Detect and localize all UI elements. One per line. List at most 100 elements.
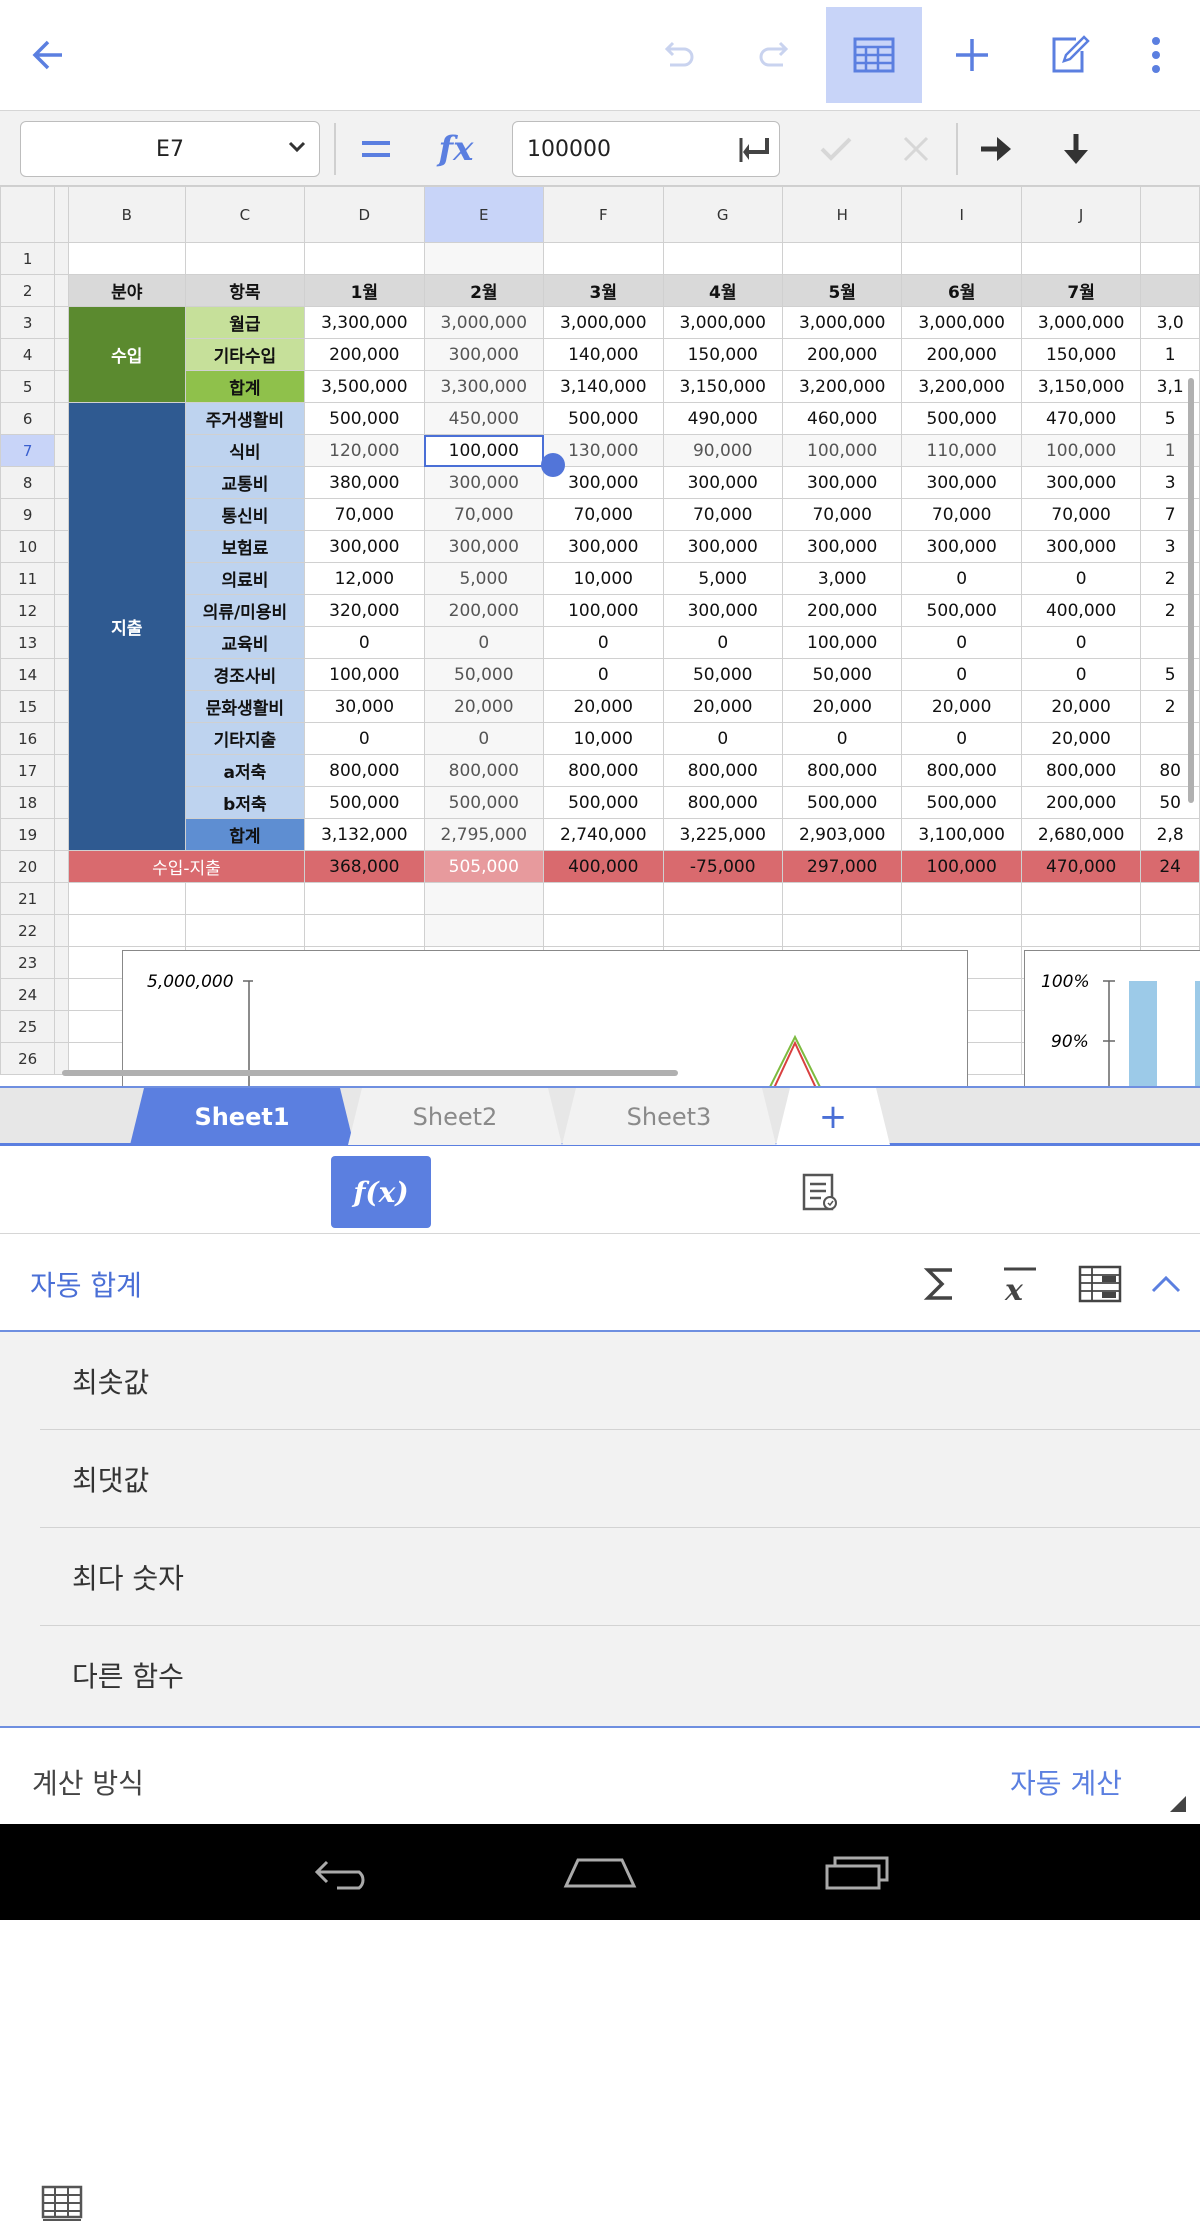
cell[interactable]: 2,8: [1140, 818, 1200, 851]
row-header[interactable]: 13: [0, 626, 56, 659]
value-cell[interactable]: 20,000: [1020, 722, 1142, 755]
row-header[interactable]: 8: [0, 466, 56, 499]
cell[interactable]: [67, 914, 186, 947]
chevron-down-icon[interactable]: [287, 140, 307, 154]
recent-apps-icon[interactable]: [812, 1842, 902, 1902]
row-header[interactable]: 22: [0, 914, 56, 947]
value-cell[interactable]: 0: [304, 626, 425, 659]
cell[interactable]: [662, 914, 783, 947]
value-cell[interactable]: 3,000,000: [901, 306, 1022, 339]
column-header[interactable]: J: [1020, 186, 1142, 243]
value-cell[interactable]: 20,000: [901, 690, 1022, 723]
value-cell[interactable]: 50,000: [781, 658, 903, 691]
value-cell[interactable]: 3,140,000: [543, 370, 664, 403]
value-cell[interactable]: 300,000: [662, 594, 783, 627]
function-item-other[interactable]: 다른 함수: [40, 1626, 1200, 1724]
value-cell[interactable]: 0: [1020, 626, 1142, 659]
value-cell[interactable]: 100,000: [781, 626, 903, 659]
value-cell[interactable]: 500,000: [781, 786, 903, 819]
bar-chart[interactable]: 100% 90%: [1024, 950, 1200, 1086]
value-cell[interactable]: 300,000: [1020, 466, 1142, 499]
value-cell[interactable]: 500,000: [901, 594, 1022, 627]
cell[interactable]: [423, 242, 545, 275]
item-label-cell[interactable]: 합계: [184, 370, 306, 403]
add-icon[interactable]: [924, 7, 1020, 103]
function-item-max[interactable]: 최댓값: [40, 1430, 1200, 1528]
net-value-cell[interactable]: 297,000: [781, 850, 903, 883]
row-header[interactable]: 2: [0, 274, 56, 307]
value-cell[interactable]: 200,000: [304, 338, 425, 371]
cell[interactable]: [901, 882, 1022, 915]
value-cell[interactable]: 800,000: [1020, 754, 1142, 787]
value-cell[interactable]: 300,000: [781, 466, 903, 499]
value-cell[interactable]: 0: [543, 658, 664, 691]
value-cell[interactable]: 300,000: [901, 466, 1022, 499]
cell[interactable]: [901, 914, 1022, 947]
selected-cell[interactable]: 100,000: [423, 434, 545, 467]
value-cell[interactable]: 800,000: [781, 754, 903, 787]
value-cell[interactable]: 110,000: [901, 434, 1022, 467]
value-cell[interactable]: 300,000: [901, 530, 1022, 563]
row-header[interactable]: 12: [0, 594, 56, 627]
chevron-up-icon[interactable]: [1140, 1258, 1192, 1310]
selection-handle[interactable]: [541, 453, 565, 477]
item-label-cell[interactable]: 합계: [184, 818, 306, 851]
header-cell-month[interactable]: 4월: [662, 274, 783, 307]
cell[interactable]: [1140, 242, 1200, 275]
value-cell[interactable]: 500,000: [423, 786, 545, 819]
value-cell[interactable]: 3,000,000: [781, 306, 903, 339]
value-cell[interactable]: 12,000: [304, 562, 425, 595]
cell[interactable]: [662, 242, 783, 275]
value-cell[interactable]: 10,000: [543, 562, 664, 595]
cell[interactable]: [184, 882, 306, 915]
value-cell[interactable]: 70,000: [781, 498, 903, 531]
corner-cell[interactable]: [0, 186, 56, 243]
value-cell[interactable]: 300,000: [423, 530, 545, 563]
item-label-cell[interactable]: 문화생활비: [184, 690, 306, 723]
net-value-cell[interactable]: 505,000: [423, 850, 545, 883]
cell[interactable]: [67, 242, 186, 275]
row-header[interactable]: 11: [0, 562, 56, 595]
value-cell[interactable]: 5,000: [423, 562, 545, 595]
column-header[interactable]: F: [543, 186, 664, 243]
column-header[interactable]: B: [67, 186, 186, 243]
value-cell[interactable]: 3,150,000: [1020, 370, 1142, 403]
header-cell-month[interactable]: 7월: [1020, 274, 1142, 307]
cell[interactable]: [1140, 914, 1200, 947]
value-cell[interactable]: 20,000: [543, 690, 664, 723]
header-cell-month[interactable]: 6월: [901, 274, 1022, 307]
header-cell-month[interactable]: 1월: [304, 274, 425, 307]
row-header[interactable]: 18: [0, 786, 56, 819]
item-label-cell[interactable]: 보험료: [184, 530, 306, 563]
tab-formula-list[interactable]: [770, 1156, 870, 1228]
value-cell[interactable]: 300,000: [662, 466, 783, 499]
value-cell[interactable]: 70,000: [662, 498, 783, 531]
column-header[interactable]: E: [423, 186, 545, 243]
row-header[interactable]: 20: [0, 850, 56, 883]
column-header[interactable]: G: [662, 186, 783, 243]
value-cell[interactable]: 20,000: [781, 690, 903, 723]
value-cell[interactable]: 2,740,000: [543, 818, 664, 851]
redo-icon[interactable]: [727, 7, 823, 103]
tab-sheet1[interactable]: Sheet1: [130, 1088, 354, 1145]
value-cell[interactable]: 500,000: [543, 402, 664, 435]
cell[interactable]: [662, 882, 783, 915]
row-header[interactable]: 6: [0, 402, 56, 435]
item-label-cell[interactable]: 기타지출: [184, 722, 306, 755]
cell[interactable]: [304, 882, 425, 915]
value-cell[interactable]: 10,000: [543, 722, 664, 755]
value-cell[interactable]: 3,150,000: [662, 370, 783, 403]
value-cell[interactable]: 3,000,000: [543, 306, 664, 339]
cell[interactable]: 1: [1140, 338, 1200, 371]
value-cell[interactable]: 50,000: [662, 658, 783, 691]
net-value-cell[interactable]: 470,000: [1020, 850, 1142, 883]
cell[interactable]: [304, 242, 425, 275]
value-cell[interactable]: 300,000: [1020, 530, 1142, 563]
category-expense[interactable]: 지출: [67, 402, 186, 851]
equals-button[interactable]: [346, 123, 406, 175]
header-cell-category[interactable]: 분야: [67, 274, 186, 307]
value-cell[interactable]: 3,000: [781, 562, 903, 595]
cell[interactable]: [543, 882, 664, 915]
value-cell[interactable]: 120,000: [304, 434, 425, 467]
cancel-x-icon[interactable]: [886, 123, 946, 175]
